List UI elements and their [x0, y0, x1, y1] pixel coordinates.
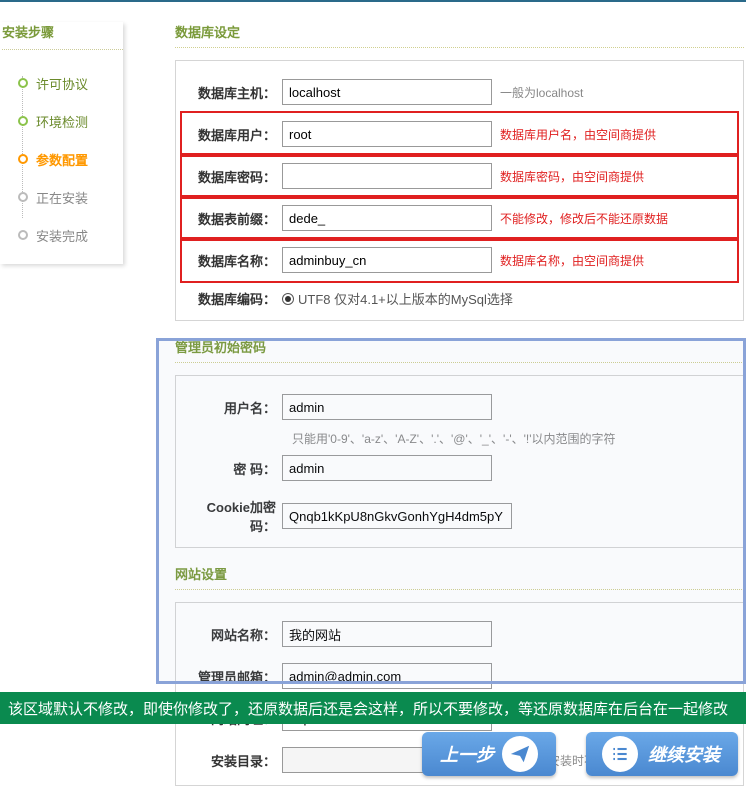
step-dot-icon — [18, 78, 28, 88]
radio-checked-icon — [282, 293, 294, 305]
db-host-input[interactable] — [282, 79, 492, 105]
db-pass-input[interactable] — [282, 163, 492, 189]
site-section-line — [175, 589, 744, 590]
step-license[interactable]: 许可协议 — [18, 64, 123, 102]
db-name-row: 数据库名称： 数据库名称，由空间商提供 — [182, 239, 737, 281]
admin-pass-label: 密 码： — [186, 459, 282, 478]
paper-plane-icon — [502, 736, 538, 772]
admin-cookie-label: Cookie加密码： — [186, 497, 282, 535]
db-user-row: 数据库用户： 数据库用户名，由空间商提供 — [182, 113, 737, 155]
db-form-box: 数据库主机： 一般为localhost 数据库用户： 数据库用户名，由空间商提供… — [175, 60, 744, 321]
admin-pass-input[interactable] — [282, 455, 492, 481]
list-icon — [602, 736, 638, 772]
db-host-row: 数据库主机： 一般为localhost — [182, 71, 737, 113]
db-prefix-label: 数据表前缀： — [186, 209, 282, 228]
step-label: 正在安装 — [36, 188, 88, 207]
site-mail-row: 管理员邮箱： — [182, 655, 737, 697]
steps-list: 许可协议 环境检测 参数配置 正在安装 安装完成 — [0, 64, 123, 254]
db-host-note: 一般为localhost — [500, 84, 583, 101]
db-enc-row: 数据库编码： UTF8 仅对4.1+以上版本的MySql选择 — [182, 281, 737, 316]
site-section-title: 网站设置 — [175, 564, 744, 583]
db-host-label: 数据库主机： — [186, 83, 282, 102]
admin-user-label: 用户名： — [186, 398, 282, 417]
green-banner: 该区域默认不修改，即使你修改了，还原数据后还是会这样，所以不要修改，等还原数据库… — [0, 692, 746, 724]
admin-cookie-input[interactable] — [282, 503, 512, 529]
db-prefix-input[interactable] — [282, 205, 492, 231]
admin-pass-row: 密 码： — [182, 447, 737, 489]
site-name-input[interactable] — [282, 621, 492, 647]
step-label: 许可协议 — [36, 74, 88, 93]
db-name-note: 数据库名称，由空间商提供 — [500, 252, 644, 269]
next-button[interactable]: 继续安装 — [586, 732, 738, 776]
step-config[interactable]: 参数配置 — [18, 140, 123, 178]
step-dot-icon — [18, 154, 28, 164]
admin-section-line — [175, 362, 744, 363]
prev-button[interactable]: 上一步 — [422, 732, 556, 776]
db-user-note: 数据库用户名，由空间商提供 — [500, 126, 656, 143]
sidebar-divider — [2, 49, 123, 50]
db-enc-label: 数据库编码： — [186, 289, 282, 308]
db-enc-radio-label: UTF8 仅对4.1+以上版本的MySql选择 — [298, 289, 513, 308]
next-button-label: 继续安装 — [648, 741, 720, 767]
site-mail-label: 管理员邮箱： — [186, 667, 282, 686]
db-pass-note: 数据库密码，由空间商提供 — [500, 168, 644, 185]
db-prefix-note: 不能修改，修改后不能还原数据 — [500, 210, 668, 227]
step-label: 安装完成 — [36, 226, 88, 245]
db-pass-label: 数据库密码： — [186, 167, 282, 186]
admin-cookie-row: Cookie加密码： — [182, 489, 737, 543]
step-label: 环境检测 — [36, 112, 88, 131]
admin-user-row: 用户名： — [182, 386, 737, 428]
db-name-label: 数据库名称： — [186, 251, 282, 270]
db-prefix-row: 数据表前缀： 不能修改，修改后不能还原数据 — [182, 197, 737, 239]
step-done: 安装完成 — [18, 216, 123, 254]
step-installing: 正在安装 — [18, 178, 123, 216]
site-name-row: 网站名称： — [182, 613, 737, 655]
step-dot-icon — [18, 116, 28, 126]
db-pass-row: 数据库密码： 数据库密码，由空间商提供 — [182, 155, 737, 197]
admin-form-box: 用户名： 只能用'0-9'、'a-z'、'A-Z'、'.'、'@'、'_'、'-… — [175, 375, 744, 548]
container: 安装步骤 许可协议 环境检测 参数配置 正在安装 安装完成 数据库设定 数据库主… — [0, 2, 746, 802]
bottom-buttons: 上一步 继续安装 — [0, 732, 738, 776]
sidebar-title: 安装步骤 — [2, 22, 123, 41]
admin-section-title: 管理员初始密码 — [175, 337, 744, 356]
db-name-input[interactable] — [282, 247, 492, 273]
step-envcheck[interactable]: 环境检测 — [18, 102, 123, 140]
prev-button-label: 上一步 — [440, 741, 494, 767]
main: 数据库设定 数据库主机： 一般为localhost 数据库用户： 数据库用户名，… — [135, 22, 746, 802]
step-dot-icon — [18, 230, 28, 240]
admin-user-help: 只能用'0-9'、'a-z'、'A-Z'、'.'、'@'、'_'、'-'、'!'… — [292, 430, 737, 447]
step-label: 参数配置 — [36, 150, 88, 169]
site-name-label: 网站名称： — [186, 625, 282, 644]
step-dot-icon — [18, 192, 28, 202]
db-enc-radio[interactable]: UTF8 仅对4.1+以上版本的MySql选择 — [282, 289, 513, 308]
db-user-label: 数据库用户： — [186, 125, 282, 144]
db-section-line — [175, 47, 744, 48]
sidebar: 安装步骤 许可协议 环境检测 参数配置 正在安装 安装完成 — [0, 22, 135, 802]
admin-user-input[interactable] — [282, 394, 492, 420]
site-mail-input[interactable] — [282, 663, 492, 689]
db-section-title: 数据库设定 — [175, 22, 744, 41]
db-user-input[interactable] — [282, 121, 492, 147]
